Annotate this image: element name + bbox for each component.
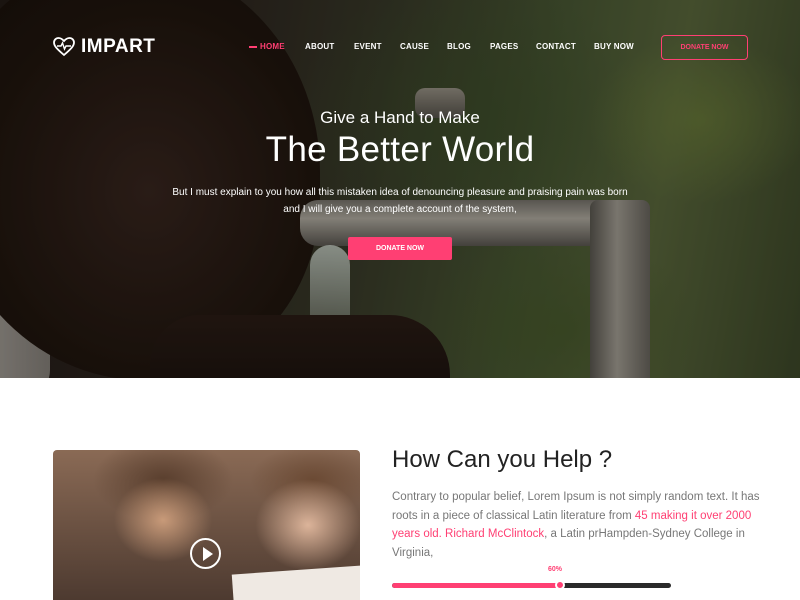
progress-bar (392, 583, 671, 588)
progress-handle (555, 580, 565, 590)
nav-item-pages[interactable]: PAGES (490, 42, 518, 51)
progress-label: 60% (548, 566, 563, 573)
nav-item-home[interactable]: HOME (249, 42, 285, 51)
hero-title: The Better World (265, 130, 535, 169)
hero-donate-button[interactable]: DONATE NOW (348, 237, 452, 260)
thumbnail-paper (231, 565, 360, 600)
play-icon[interactable] (190, 538, 221, 569)
nav-item-blog[interactable]: BLOG (447, 42, 471, 51)
nav-item-cause[interactable]: CAUSE (400, 42, 429, 51)
hero-description-line-1: But I must explain to you how all this m… (172, 187, 628, 198)
help-text: Contrary to popular belief, Lorem Ipsum … (392, 488, 764, 562)
progress-fill (392, 583, 560, 588)
nav-donate-button[interactable]: DONATE NOW (661, 35, 748, 60)
help-heading: How Can you Help ? (392, 446, 613, 473)
hero-description-line-2: and I will give you a complete account o… (283, 204, 517, 215)
nav-item-event[interactable]: EVENT (354, 42, 382, 51)
nav-item-about[interactable]: ABOUT (305, 42, 334, 51)
hero-subtitle: Give a Hand to Make (320, 108, 480, 127)
nav-item-buy-now[interactable]: BUY NOW (594, 42, 634, 51)
hero-description: But I must explain to you how all this m… (160, 184, 640, 218)
nav-item-contact[interactable]: CONTACT (536, 42, 576, 51)
help-video-thumbnail[interactable] (53, 450, 360, 600)
